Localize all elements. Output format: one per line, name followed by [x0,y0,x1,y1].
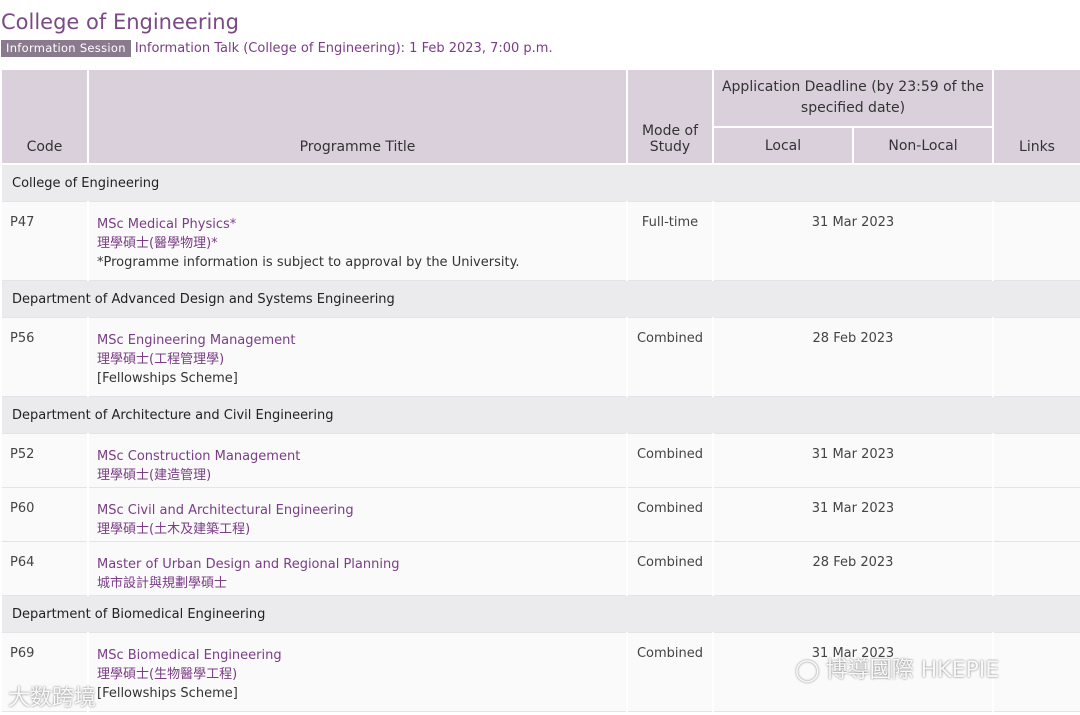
links-cell [992,541,1080,596]
mode-of-study: Combined [626,632,714,712]
programme-title-link[interactable]: MSc Civil and Architectural Engineering [97,501,618,520]
col-header-mode: Mode of Study [626,68,714,165]
programme-note: [Fellowships Scheme] [97,371,238,386]
application-deadline: 31 Mar 2023 [712,201,994,281]
department-row: Department of Biomedical Engineering [0,595,1080,633]
mode-of-study: Full-time [626,201,714,281]
col-header-nonlocal: Non-Local [852,126,994,165]
col-header-links: Links [992,68,1080,165]
programme-row: P47 MSc Medical Physics* 理學碩士(醫學物理)* *Progr… [0,201,1080,281]
programme-title-chinese[interactable]: 城市設計與規劃學碩士 [97,574,618,593]
programme-table-body: College of Engineering P47 MSc Medical Phy… [0,164,1080,712]
info-talk-link[interactable]: Information Talk (College of Engineering… [135,41,553,56]
programme-title-link[interactable]: MSc Medical Physics* [97,215,618,234]
col-header-programme-title: Programme Title [87,68,628,165]
department-row: Department of Architecture and Civil Eng… [0,396,1080,434]
programme-title-link[interactable]: MSc Construction Management [97,447,618,466]
department-name: Department of Architecture and Civil Eng… [0,396,1080,434]
links-cell [992,317,1080,397]
links-cell [992,632,1080,712]
department-name: College of Engineering [0,164,1080,202]
department-name: Department of Advanced Design and System… [0,280,1080,318]
application-deadline: 28 Feb 2023 [712,541,994,596]
wechat-icon: ◯ [795,658,820,683]
programme-code: P47 [0,201,89,281]
programme-cell: MSc Civil and Architectural Engineering 理… [87,487,628,542]
mode-of-study: Combined [626,433,714,488]
programme-cell: MSc Biomedical Engineering 理學碩士(生物醫學工程) [F… [87,632,628,712]
links-cell [992,201,1080,281]
department-row: Department of Advanced Design and System… [0,280,1080,318]
mode-of-study: Combined [626,541,714,596]
programme-cell: Master of Urban Design and Regional Plan… [87,541,628,596]
department-name: Department of Biomedical Engineering [0,595,1080,633]
col-header-deadline: Application Deadline (by 23:59 of the sp… [712,68,994,128]
programme-table: Code Programme Title Mode of Study Appli… [0,68,1080,712]
links-cell [992,433,1080,488]
programme-title-chinese[interactable]: 理學碩士(醫學物理)* [97,234,618,253]
programme-note: [Fellowships Scheme] [97,686,238,701]
programme-title-chinese[interactable]: 理學碩士(生物醫學工程) [97,665,618,684]
programme-title-link[interactable]: MSc Biomedical Engineering [97,646,618,665]
programme-code: P64 [0,541,89,596]
watermark-right-text: 博導國際 HKEPIE [825,658,1000,683]
programme-title-chinese[interactable]: 理學碩士(建造管理) [97,466,618,485]
mode-of-study: Combined [626,317,714,397]
programme-cell: MSc Engineering Management 理學碩士(工程管理學) [Fe… [87,317,628,397]
programme-note: *Programme information is subject to app… [97,255,520,270]
mode-of-study: Combined [626,487,714,542]
programme-cell: MSc Construction Management 理學碩士(建造管理) [87,433,628,488]
programme-title-link[interactable]: Master of Urban Design and Regional Plan… [97,555,618,574]
programme-title-link[interactable]: MSc Engineering Management [97,331,618,350]
programme-row: P64 Master of Urban Design and Regional P… [0,541,1080,596]
programme-cell: MSc Medical Physics* 理學碩士(醫學物理)* *Programm… [87,201,628,281]
info-session-badge: Information Session [1,40,131,57]
links-cell [992,487,1080,542]
col-header-code: Code [0,68,89,165]
programme-code: P60 [0,487,89,542]
programme-code: P56 [0,317,89,397]
programme-row: P52 MSc Construction Management 理學碩士(建造管理)… [0,433,1080,488]
application-deadline: 28 Feb 2023 [712,317,994,397]
programme-title-chinese[interactable]: 理學碩士(工程管理學) [97,350,618,369]
application-deadline: 31 Mar 2023 [712,433,994,488]
programme-code: P52 [0,433,89,488]
page-title: College of Engineering [1,10,239,34]
application-deadline: 31 Mar 2023 [712,487,994,542]
watermark-right: ◯ 博導國際 HKEPIE [795,652,999,684]
department-row: College of Engineering [0,164,1080,202]
programme-row: P56 MSc Engineering Management 理學碩士(工程管理學)… [0,317,1080,397]
info-session-line: Information Session Information Talk (Co… [1,40,553,57]
watermark-left: 大数跨境 [8,686,97,711]
programme-row: P60 MSc Civil and Architectural Engineeri… [0,487,1080,542]
programme-title-chinese[interactable]: 理學碩士(土木及建築工程) [97,520,618,539]
col-header-local: Local [712,126,854,165]
